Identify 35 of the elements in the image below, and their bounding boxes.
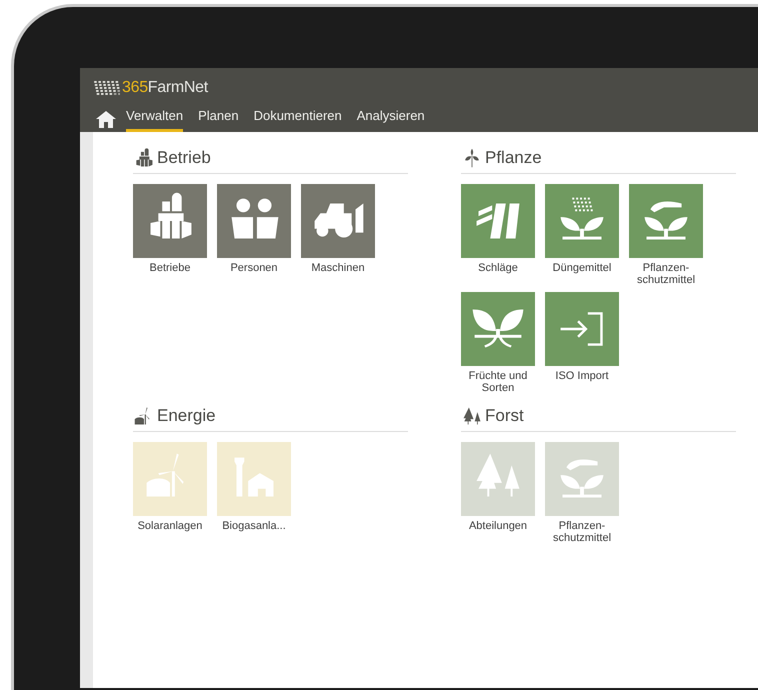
section-title: Pflanze — [485, 148, 542, 168]
nav-tab[interactable]: Analysieren — [356, 108, 425, 132]
section-title: Energie — [157, 406, 216, 426]
trees-icon — [461, 406, 483, 426]
tile-button[interactable] — [461, 442, 535, 516]
tile-label: ISO Import — [554, 370, 610, 382]
tile-button[interactable] — [461, 292, 535, 366]
tile-button[interactable] — [461, 184, 535, 258]
tile-button[interactable] — [133, 442, 207, 516]
tile-label: Betriebe — [148, 262, 192, 274]
section-title: Forst — [485, 406, 524, 426]
nav-tab[interactable]: Planen — [198, 108, 239, 132]
tile-button[interactable] — [545, 184, 619, 258]
tile-button[interactable] — [217, 442, 291, 516]
tile-button[interactable] — [545, 292, 619, 366]
tile-label: Biogasanla... — [221, 520, 287, 532]
logo-icon — [94, 80, 120, 96]
home-icon[interactable] — [96, 110, 116, 128]
tile-button[interactable] — [217, 184, 291, 258]
tile-button[interactable] — [545, 442, 619, 516]
tile-label: Maschinen — [310, 262, 366, 274]
tile-label: Pflanzen-schutzmittel — [552, 520, 612, 544]
tile-label: Früchte und Sorten — [468, 370, 528, 394]
tile-button[interactable] — [301, 184, 375, 258]
tile-button[interactable] — [629, 184, 703, 258]
section-title: Betrieb — [157, 148, 211, 168]
tile-label: Abteilungen — [468, 520, 528, 532]
tile-label: Düngemittel — [552, 262, 612, 274]
nav-tab[interactable]: Dokumentieren — [254, 108, 342, 132]
tile-label: Personen — [229, 262, 279, 274]
tile-label: Pflanzen-schutzmittel — [636, 262, 696, 286]
tile-button[interactable] — [133, 184, 207, 258]
tile-label: Solaranlagen — [136, 520, 204, 532]
tile-label: Schläge — [477, 262, 519, 274]
app-logo-text: 365FarmNet — [122, 79, 208, 97]
